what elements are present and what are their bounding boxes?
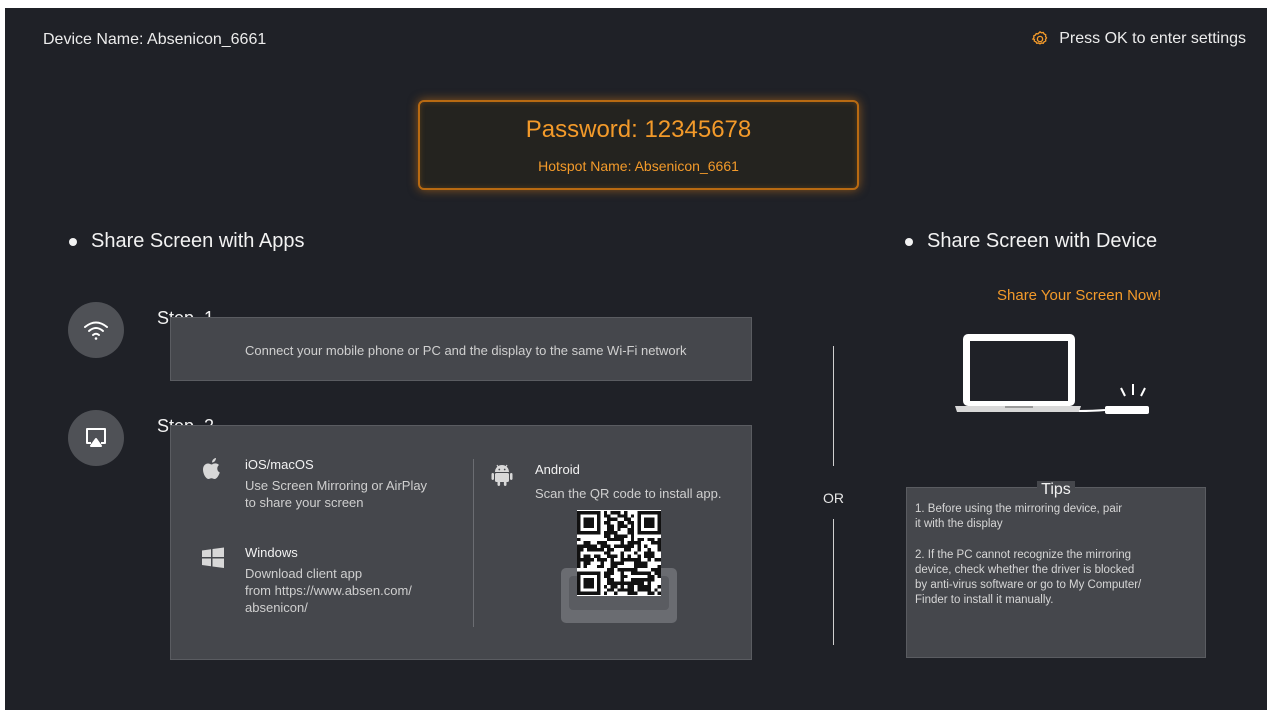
gear-icon (1032, 31, 1048, 45)
android-instructions: Android Scan the QR code to install app. (535, 462, 755, 502)
or-divider-bottom (833, 519, 834, 645)
settings-hint-label: Press OK to enter settings (1059, 30, 1246, 47)
share-now-label: Share Your Screen Now! (997, 287, 1162, 304)
android-desc: Scan the QR code to install app. (535, 486, 722, 501)
windows-desc-line2: from https://www.absen.com/ (245, 583, 412, 598)
android-icon (491, 464, 513, 486)
android-title: Android (535, 462, 580, 477)
tip-2-line1: 2. If the PC cannot recognize the mirror… (915, 549, 1132, 561)
apps-section-title: Share Screen with Apps (69, 230, 304, 253)
step2-panel: iOS/macOS Use Screen Mirroring or AirPla… (170, 425, 752, 660)
qr-code (577, 510, 661, 596)
ios-instructions: iOS/macOS Use Screen Mirroring or AirPla… (245, 457, 465, 511)
or-divider-top (833, 346, 834, 466)
ios-desc-line2: to share your screen (245, 495, 364, 510)
step1-instruction: Connect your mobile phone or PC and the … (245, 343, 687, 358)
laptop-dongle-illustration (955, 334, 1149, 414)
wifi-icon (68, 302, 124, 358)
tip-2: 2. If the PC cannot recognize the mirror… (915, 548, 1175, 608)
password-text: Password: 12345678 (525, 116, 752, 143)
windows-instructions: Windows Download client app from https:/… (245, 545, 465, 616)
device-section-title-label: Share Screen with Device (927, 230, 1158, 252)
step1-panel: Connect your mobile phone or PC and the … (170, 317, 752, 381)
tips-title: Tips (1037, 481, 1075, 498)
device-section-title: Share Screen with Device (905, 230, 1157, 253)
bullet-icon (905, 237, 913, 246)
screen-mirror-icon (68, 410, 124, 466)
tip-1-line2: it with the display (915, 518, 1003, 530)
ios-desc-line1: Use Screen Mirroring or AirPlay (245, 478, 428, 493)
tip-1: 1. Before using the mirroring device, pa… (915, 502, 1175, 532)
step2-divider (473, 459, 474, 627)
tip-2-line3: by anti-virus software or go to My Compu… (915, 579, 1142, 591)
windows-desc-line3: absenicon/ (245, 600, 308, 615)
device-name: Device Name: Absenicon_6661 (43, 31, 267, 48)
tip-2-line4: Finder to install it manually. (915, 594, 1054, 606)
bullet-icon (69, 237, 77, 246)
apps-section-title-label: Share Screen with Apps (91, 230, 305, 252)
settings-hint[interactable]: Press OK to enter settings (1031, 30, 1246, 48)
tips-title-wrap: Tips (907, 481, 1205, 499)
hotspot-name: Hotspot Name: Absenicon_6661 (538, 158, 739, 174)
ios-title: iOS/macOS (245, 457, 314, 472)
password-box: Password: 12345678 Hotspot Name: Absenic… (418, 100, 859, 190)
or-label: OR (823, 490, 844, 506)
tips-panel: Tips 1. Before using the mirroring devic… (906, 481, 1206, 658)
windows-icon (202, 547, 224, 568)
screen: Device Name: Absenicon_6661 Press OK to … (5, 8, 1267, 710)
apple-icon (203, 458, 220, 479)
windows-desc-line1: Download client app (245, 566, 363, 581)
tip-2-line2: device, check whether the driver is bloc… (915, 564, 1135, 576)
windows-title: Windows (245, 545, 298, 560)
tip-1-line1: 1. Before using the mirroring device, pa… (915, 503, 1123, 515)
